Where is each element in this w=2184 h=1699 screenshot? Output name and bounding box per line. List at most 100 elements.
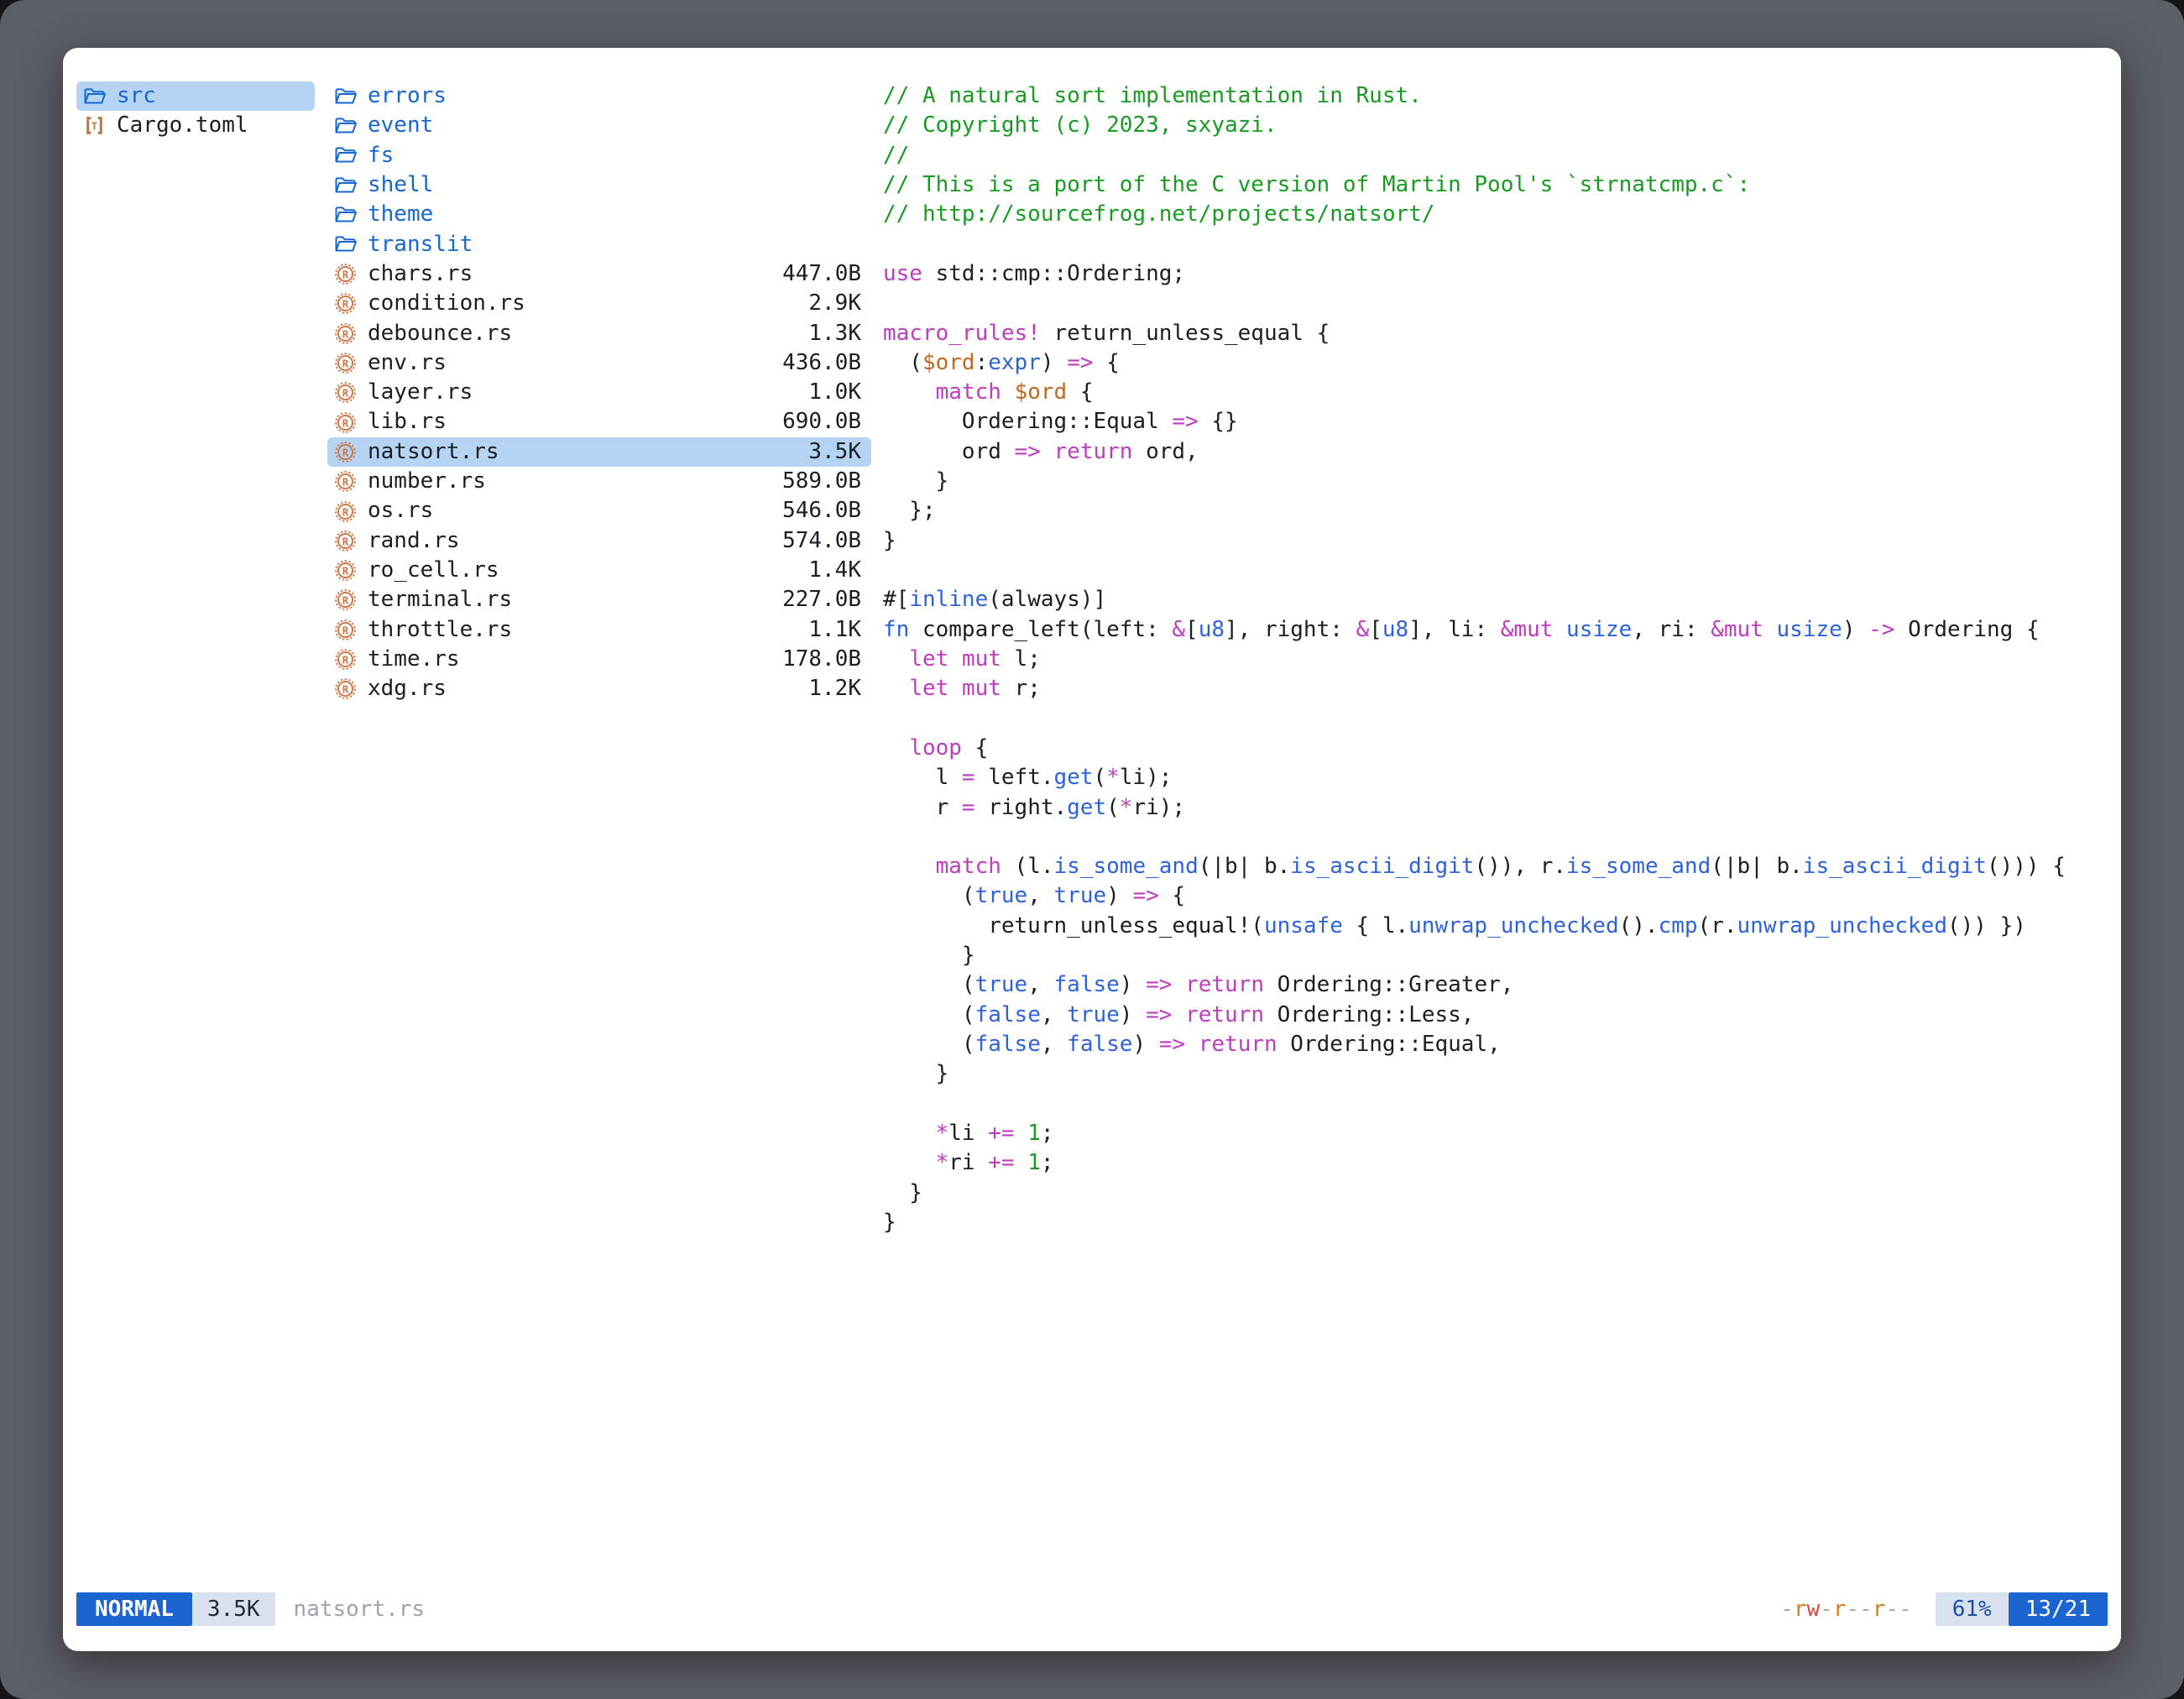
rust-file-icon: R — [334, 263, 357, 285]
code-line: } — [883, 526, 2108, 556]
dir-row-src[interactable]: src — [76, 81, 315, 111]
code-line: match (l.is_some_and(|b| b.is_ascii_digi… — [883, 852, 2108, 881]
svg-text:R: R — [342, 268, 349, 280]
file-row-ro_cell.rs[interactable]: R ro_cell.rs 1.4K — [327, 556, 871, 585]
current-pane: errors event fs shell theme translit — [327, 81, 871, 704]
svg-text:R: R — [342, 475, 349, 488]
code-line: // This is a port of the C version of Ma… — [883, 170, 2108, 200]
file-size-chip: 3.5K — [192, 1592, 275, 1626]
code-line: *ri += 1; — [883, 1148, 2108, 1178]
file-row-rand.rs[interactable]: R rand.rs 574.0B — [327, 526, 871, 556]
rust-file-icon: R — [334, 381, 357, 404]
code-line — [883, 556, 2108, 585]
svg-text:R: R — [342, 535, 349, 547]
svg-text:R: R — [342, 298, 349, 311]
rust-file-icon: R — [334, 648, 357, 671]
position-badge: 13/21 — [2009, 1592, 2108, 1626]
code-line: use std::cmp::Ordering; — [883, 259, 2108, 289]
code-line: *li += 1; — [883, 1119, 2108, 1148]
code-line: // — [883, 141, 2108, 170]
code-line — [883, 704, 2108, 734]
code-line: fn compare_left(left: &[u8], right: &[u8… — [883, 615, 2108, 645]
dir-row-shell[interactable]: shell — [327, 170, 871, 200]
percent-label: 61% — [1952, 1597, 1992, 1622]
rust-file-icon: R — [334, 677, 357, 700]
svg-text:R: R — [342, 505, 349, 518]
svg-text:R: R — [342, 446, 349, 458]
file-row-xdg.rs[interactable]: R xdg.rs 1.2K — [327, 674, 871, 703]
rust-file-icon: R — [334, 530, 357, 552]
mode-label: NORMAL — [95, 1597, 174, 1622]
code-line: let mut r; — [883, 674, 2108, 703]
code-line: (false, true) => return Ordering::Less, — [883, 1001, 2108, 1030]
file-row-os.rs[interactable]: R os.rs 546.0B — [327, 496, 871, 525]
rust-file-icon: R — [334, 322, 357, 345]
code-line — [883, 289, 2108, 318]
rust-file-icon: R — [334, 441, 357, 463]
file-row-layer.rs[interactable]: R layer.rs 1.0K — [327, 378, 871, 407]
svg-text:R: R — [342, 357, 349, 369]
file-row-lib.rs[interactable]: R lib.rs 690.0B — [327, 407, 871, 437]
svg-text:R: R — [342, 594, 349, 607]
code-line: } — [883, 1059, 2108, 1089]
permissions-indicator: -rw-r--r-- — [1780, 1597, 1912, 1622]
folder-icon — [334, 175, 358, 196]
code-line: }; — [883, 496, 2108, 525]
rust-file-icon: R — [334, 619, 357, 641]
rust-file-icon: R — [334, 411, 357, 434]
svg-text:R: R — [342, 653, 349, 666]
code-line: macro_rules! return_unless_equal { — [883, 319, 2108, 348]
file-row-env.rs[interactable]: R env.rs 436.0B — [327, 348, 871, 378]
toml-file-icon: T — [83, 114, 106, 137]
file-row-chars.rs[interactable]: R chars.rs 447.0B — [327, 259, 871, 289]
folder-icon — [334, 205, 358, 225]
position-label: 13/21 — [2025, 1597, 2091, 1622]
folder-icon — [334, 234, 358, 254]
file-row-terminal.rs[interactable]: R terminal.rs 227.0B — [327, 585, 871, 614]
file-row-Cargo.toml[interactable]: T Cargo.toml — [76, 111, 315, 140]
code-line — [883, 823, 2108, 852]
file-row-condition.rs[interactable]: R condition.rs 2.9K — [327, 289, 871, 318]
dir-row-errors[interactable]: errors — [327, 81, 871, 111]
file-row-time.rs[interactable]: R time.rs 178.0B — [327, 645, 871, 674]
folder-icon — [83, 86, 107, 107]
dir-row-event[interactable]: event — [327, 111, 871, 140]
code-line: l = left.get(*li); — [883, 763, 2108, 792]
svg-text:R: R — [342, 327, 349, 340]
dir-row-theme[interactable]: theme — [327, 200, 871, 229]
code-line: r = right.get(*ri); — [883, 793, 2108, 823]
file-row-number.rs[interactable]: R number.rs 589.0B — [327, 467, 871, 496]
percent-chip: 61% — [1936, 1592, 2009, 1626]
file-row-throttle.rs[interactable]: R throttle.rs 1.1K — [327, 615, 871, 645]
file-size-label: 3.5K — [207, 1597, 260, 1622]
folder-icon — [334, 145, 358, 165]
code-line: } — [883, 941, 2108, 970]
code-line: let mut l; — [883, 645, 2108, 674]
code-line: #[inline(always)] — [883, 585, 2108, 614]
code-line: Ordering::Equal => {} — [883, 407, 2108, 437]
status-filename: natsort.rs — [294, 1597, 426, 1622]
dir-row-fs[interactable]: fs — [327, 141, 871, 170]
file-row-natsort.rs[interactable]: R natsort.rs 3.5K — [327, 437, 871, 467]
svg-text:R: R — [342, 683, 349, 696]
code-line: // http://sourcefrog.net/projects/natsor… — [883, 200, 2108, 229]
code-line: loop { — [883, 734, 2108, 763]
parent-pane: src T Cargo.toml — [76, 81, 315, 141]
code-line: return_unless_equal!(unsafe { l.unwrap_u… — [883, 912, 2108, 941]
rust-file-icon: R — [334, 292, 357, 315]
file-row-debounce.rs[interactable]: R debounce.rs 1.3K — [327, 319, 871, 348]
code-line: ($ord:expr) => { — [883, 348, 2108, 378]
svg-text:R: R — [342, 387, 349, 400]
desktop-background: src T Cargo.toml errors event fs shell — [0, 0, 2184, 1699]
svg-text:R: R — [342, 416, 349, 429]
folder-icon — [334, 86, 358, 107]
rust-file-icon: R — [334, 588, 357, 611]
folder-icon — [334, 116, 358, 136]
preview-pane: // A natural sort implementation in Rust… — [883, 81, 2108, 1237]
code-line — [883, 230, 2108, 259]
code-line: } — [883, 1208, 2108, 1237]
svg-text:R: R — [342, 624, 349, 636]
mode-badge: NORMAL — [76, 1592, 192, 1626]
code-line: } — [883, 1179, 2108, 1208]
dir-row-translit[interactable]: translit — [327, 230, 871, 259]
